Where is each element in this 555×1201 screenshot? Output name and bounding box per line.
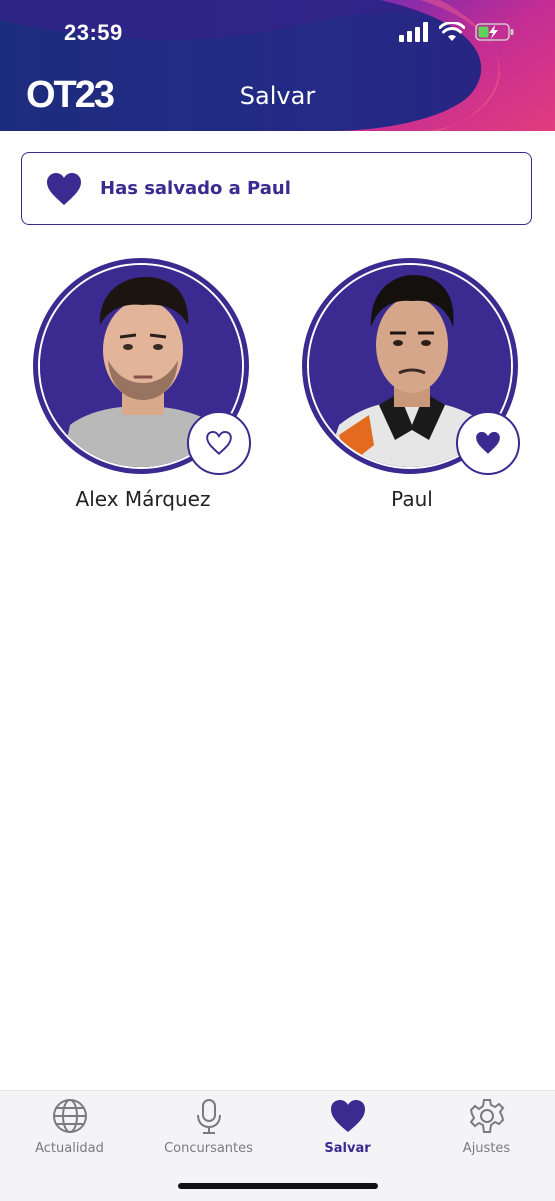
- status-time: 23:59: [64, 20, 123, 45]
- app-header: 23:59 OT23 Salvar: [0, 0, 555, 131]
- tab-salvar[interactable]: Salvar: [278, 1097, 417, 1156]
- home-indicator: [178, 1183, 378, 1189]
- page-title: Salvar: [239, 82, 316, 110]
- contestant-card-paul[interactable]: Paul: [302, 258, 522, 511]
- avatar-ring: [33, 258, 251, 475]
- contestant-card-alex[interactable]: Alex Márquez: [33, 258, 253, 511]
- heart-filled-icon: [330, 1100, 365, 1132]
- tab-label: Ajustes: [462, 1141, 511, 1156]
- gear-icon: [469, 1099, 504, 1133]
- avatar-ring: [302, 258, 520, 475]
- tab-label: Salvar: [324, 1141, 371, 1156]
- save-button-alex[interactable]: [187, 411, 251, 475]
- tab-ajustes[interactable]: Ajustes: [417, 1097, 555, 1156]
- banner-message: Has salvado a Paul: [100, 178, 291, 199]
- saved-banner: Has salvado a Paul: [21, 152, 532, 225]
- signal-icon: [399, 22, 428, 42]
- microphone-icon: [196, 1099, 221, 1134]
- status-icons: [399, 22, 515, 42]
- contestant-name: Paul: [391, 487, 433, 511]
- tab-label: Concursantes: [164, 1141, 253, 1156]
- tab-label: Actualidad: [35, 1141, 104, 1156]
- heart-filled-icon: [47, 172, 81, 205]
- wifi-icon: [439, 22, 465, 41]
- contestant-name: Alex Márquez: [75, 487, 211, 511]
- heart-filled-icon: [476, 431, 500, 454]
- save-button-paul[interactable]: [456, 411, 520, 475]
- globe-icon: [52, 1099, 87, 1133]
- heart-outline-icon: [206, 430, 232, 455]
- battery-charging-icon: [475, 23, 514, 41]
- tab-concursantes[interactable]: Concursantes: [139, 1097, 278, 1156]
- tab-actualidad[interactable]: Actualidad: [0, 1097, 139, 1156]
